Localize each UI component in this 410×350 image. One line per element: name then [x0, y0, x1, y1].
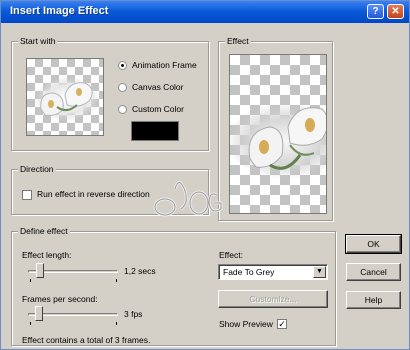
define-effect-legend: Define effect	[18, 226, 70, 237]
title-bar[interactable]: Insert Image Effect ? ✕	[1, 1, 409, 23]
animation-frame-radio[interactable]	[118, 61, 127, 70]
dropdown-arrow-icon[interactable]: ▼	[313, 266, 326, 278]
cancel-button[interactable]: Cancel	[346, 263, 401, 281]
reverse-direction-label: Run effect in reverse direction	[37, 189, 150, 199]
help-button[interactable]: Help	[346, 291, 401, 309]
frames-per-second-slider[interactable]	[34, 306, 43, 321]
close-icon: ✕	[391, 6, 400, 17]
effect-select-label: Effect:	[219, 250, 243, 260]
question-icon: ?	[372, 6, 379, 17]
effect-preview-canvas	[229, 54, 327, 214]
custom-color-swatch[interactable]	[131, 121, 179, 141]
customize-button-label: Customize...	[249, 294, 297, 304]
effect-select-value: Fade To Grey	[223, 267, 275, 277]
ok-button-label: OK	[367, 239, 380, 249]
help-button-label: Help	[364, 295, 383, 305]
customize-button[interactable]: Customize...	[218, 290, 328, 308]
frames-summary-text: Effect contains a total of 3 frames.	[22, 335, 151, 345]
slider-tick	[116, 322, 117, 325]
checkmark-icon: ✓	[278, 319, 286, 329]
effect-length-label: Effect length:	[22, 250, 72, 260]
effect-preview-legend: Effect	[225, 36, 251, 47]
effect-length-slider[interactable]	[36, 263, 45, 278]
reverse-direction-checkbox[interactable]	[22, 190, 32, 200]
frames-per-second-value: 3 fps	[124, 309, 143, 319]
slider-tick	[30, 322, 31, 325]
effect-select[interactable]: Fade To Grey ▼	[218, 264, 328, 280]
slider-tick	[30, 279, 31, 282]
custom-color-label: Custom Color	[132, 104, 184, 114]
window-title: Insert Image Effect	[10, 5, 109, 17]
show-preview-checkbox[interactable]: ✓	[277, 319, 287, 329]
insert-image-effect-dialog: Insert Image Effect ? ✕ Start with Anima…	[0, 0, 410, 350]
canvas-color-radio[interactable]	[118, 83, 127, 92]
ok-button[interactable]: OK	[345, 234, 402, 254]
frames-per-second-label: Frames per second:	[22, 294, 98, 304]
custom-color-radio[interactable]	[118, 105, 127, 114]
show-preview-label: Show Preview	[219, 319, 273, 329]
define-effect-group: Define effect Effect length: 1,2 secs Fr…	[11, 226, 336, 346]
start-with-group: Start with Animation Frame Canvas Color …	[11, 36, 209, 151]
help-title-button[interactable]: ?	[367, 4, 384, 19]
calla-lily-preview-image	[230, 103, 326, 179]
canvas-color-label: Canvas Color	[132, 82, 184, 92]
start-frame-thumbnail	[26, 58, 104, 136]
cancel-button-label: Cancel	[360, 267, 387, 277]
effect-preview-group: Effect	[218, 36, 333, 221]
aog-watermark-logo	[153, 181, 223, 217]
direction-legend: Direction	[18, 164, 56, 175]
slider-tick	[116, 279, 117, 282]
close-title-button[interactable]: ✕	[387, 4, 404, 19]
animation-frame-label: Animation Frame	[132, 60, 197, 70]
calla-lily-thumbnail-image	[34, 77, 100, 121]
start-with-legend: Start with	[18, 36, 58, 47]
effect-length-value: 1,2 secs	[124, 266, 156, 276]
